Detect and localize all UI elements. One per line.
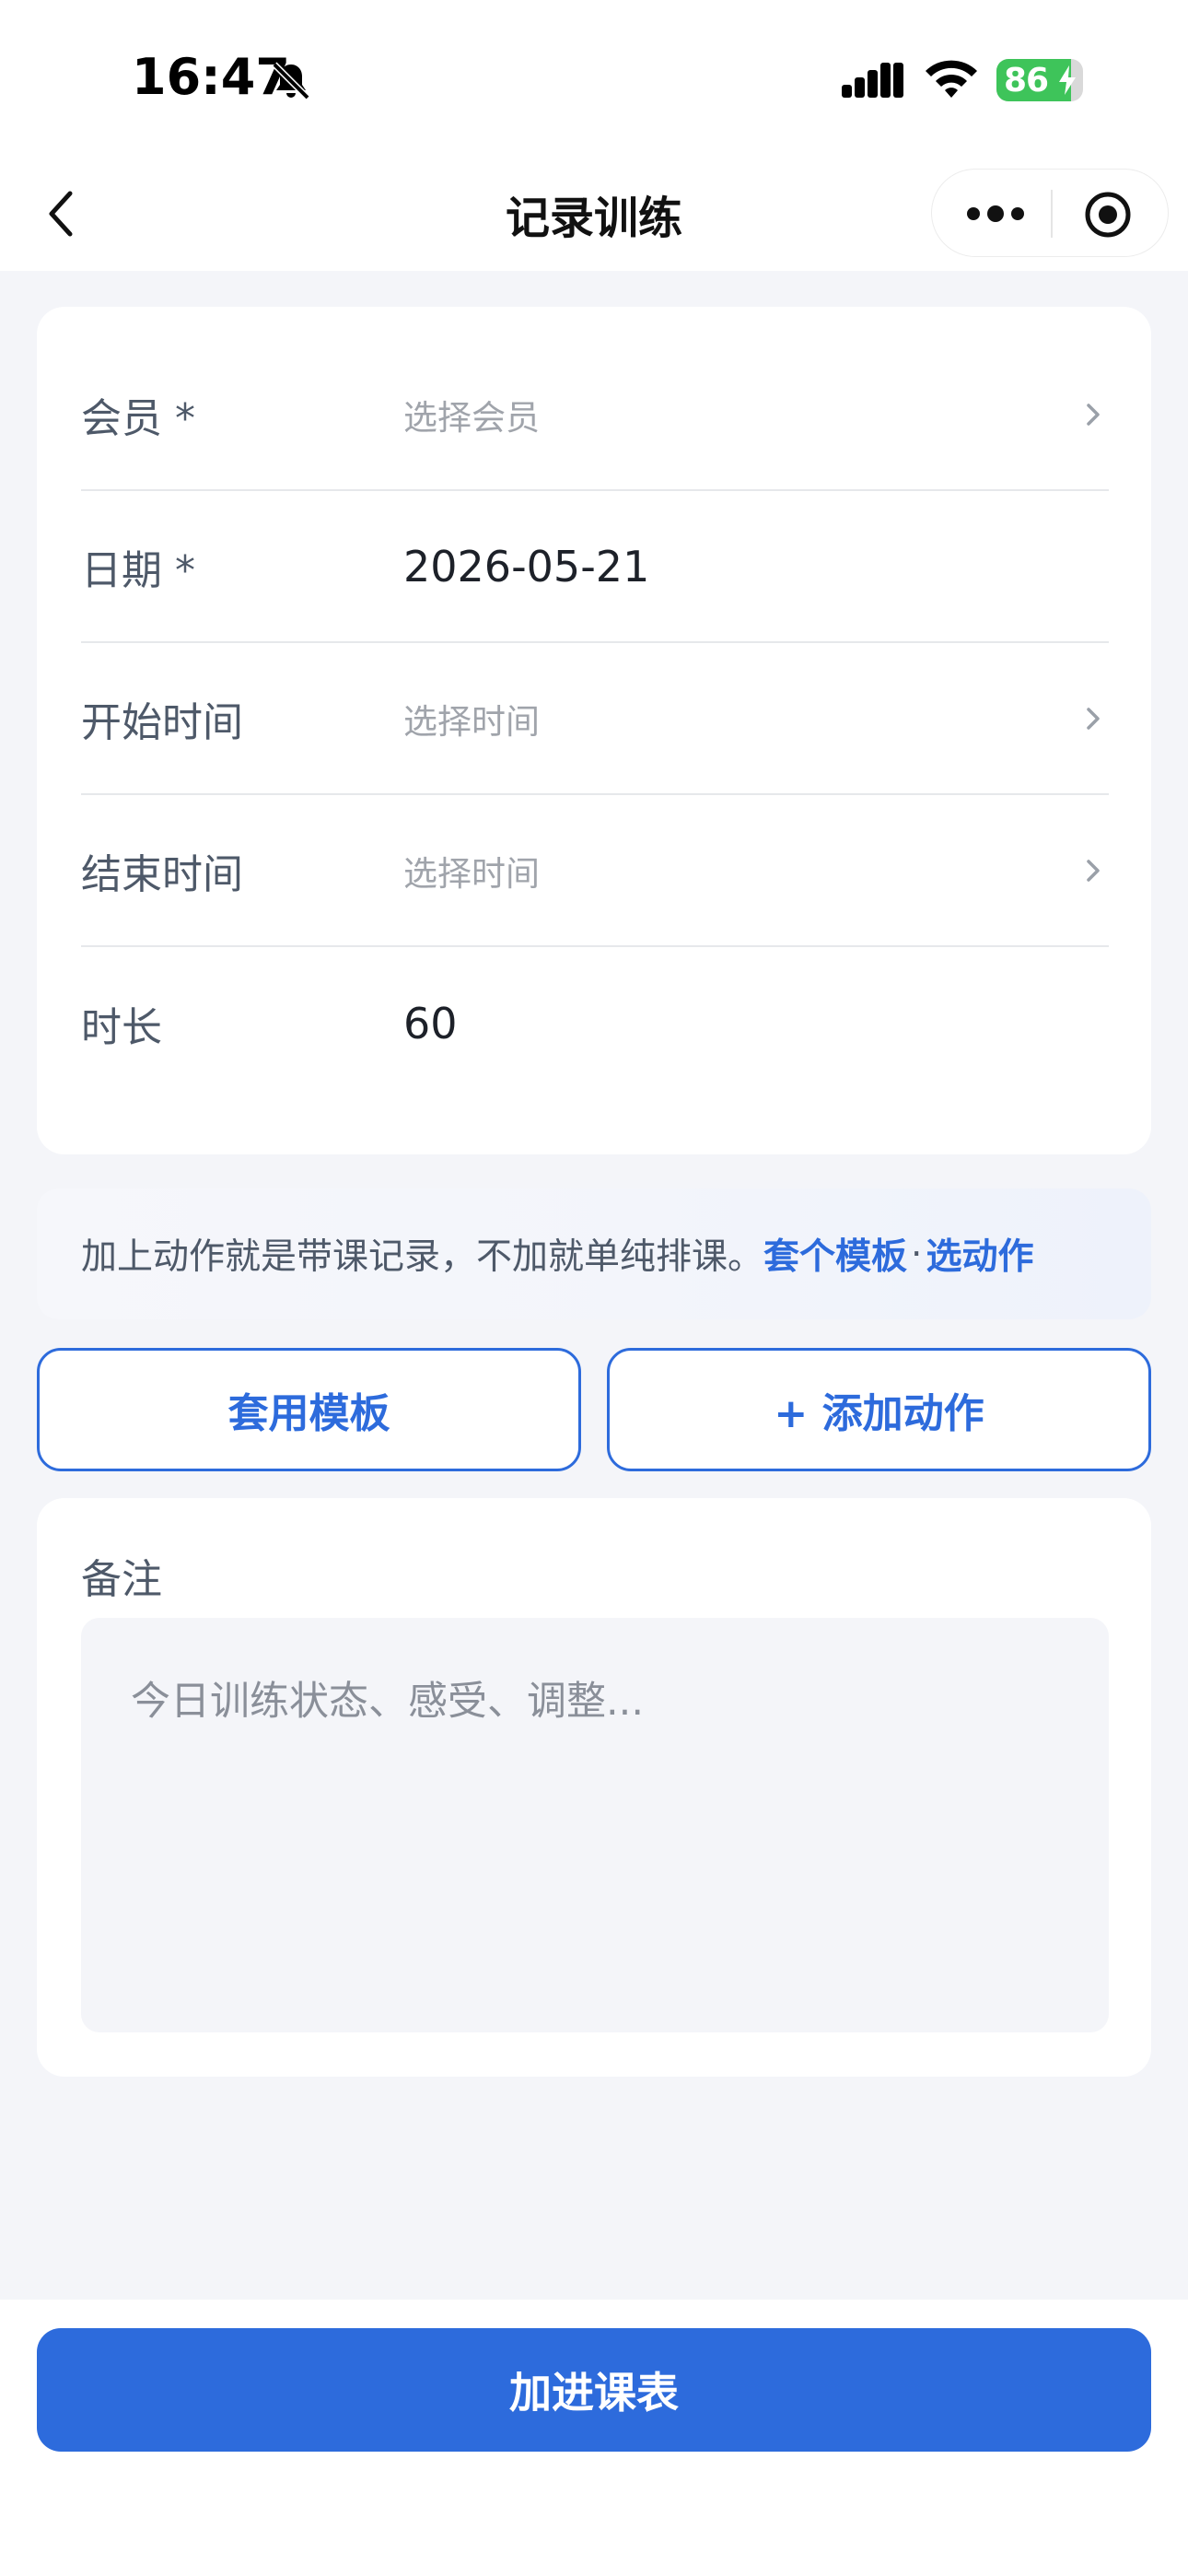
date-label: 日期 *: [81, 546, 195, 594]
mini-program-capsule: [931, 169, 1169, 257]
end-time-label: 结束时间: [81, 850, 243, 898]
member-row[interactable]: 会员 * 选择会员: [81, 339, 1109, 491]
bell-muted-icon: [272, 62, 310, 100]
status-time: 16:47: [132, 48, 290, 106]
status-bar: 16:47 86: [0, 0, 1188, 157]
start-time-label: 开始时间: [81, 698, 243, 746]
capsule-divider: [1051, 190, 1053, 238]
battery-charging-icon: 86: [996, 59, 1083, 101]
charging-bolt-icon: [1059, 65, 1076, 95]
start-time-row[interactable]: 开始时间 选择时间: [81, 643, 1109, 795]
notes-label: 备注: [81, 1556, 162, 1603]
hint-link-action[interactable]: 选动作: [926, 1228, 1033, 1280]
notes-textarea[interactable]: [81, 1618, 1109, 2032]
training-form-card: 会员 * 选择会员 日期 * 2026-05-21 开始时间 选择时间 结束时间…: [37, 307, 1151, 1154]
duration-value[interactable]: 60: [403, 947, 458, 1099]
hint-banner: 加上动作就是带课记录，不加就单纯排课。 套个模板 · 选动作: [37, 1188, 1151, 1319]
date-value[interactable]: 2026-05-21: [403, 491, 649, 641]
start-time-select[interactable]: 选择时间: [403, 643, 540, 793]
wifi-icon: [926, 60, 977, 98]
member-select[interactable]: 选择会员: [403, 339, 540, 489]
duration-label: 时长: [81, 1003, 162, 1051]
add-action-button[interactable]: + 添加动作: [607, 1348, 1151, 1471]
hint-separator: ·: [911, 1233, 923, 1275]
hint-link-template[interactable]: 套个模板: [763, 1228, 907, 1280]
cellular-signal-icon: [842, 63, 903, 98]
duration-row[interactable]: 时长 60: [81, 947, 1109, 1099]
chevron-right-icon: [1087, 707, 1100, 730]
chevron-right-icon: [1087, 403, 1100, 426]
more-dots-icon[interactable]: [965, 197, 1026, 230]
submit-button[interactable]: 加进课表: [37, 2328, 1151, 2452]
target-close-icon[interactable]: [1083, 190, 1133, 240]
end-time-select[interactable]: 选择时间: [403, 795, 540, 945]
hint-text: 加上动作就是带课记录，不加就单纯排课。: [81, 1236, 764, 1278]
apply-template-button[interactable]: 套用模板: [37, 1348, 581, 1471]
date-row[interactable]: 日期 * 2026-05-21: [81, 491, 1109, 643]
member-label: 会员 *: [81, 394, 195, 442]
chevron-right-icon: [1087, 859, 1100, 882]
chevron-left-icon[interactable]: [37, 184, 85, 243]
end-time-row[interactable]: 结束时间 选择时间: [81, 795, 1109, 947]
nav-bar: 记录训练: [0, 157, 1188, 271]
bottom-bar: 加进课表: [0, 2300, 1188, 2576]
notes-card: 备注: [37, 1498, 1151, 2077]
